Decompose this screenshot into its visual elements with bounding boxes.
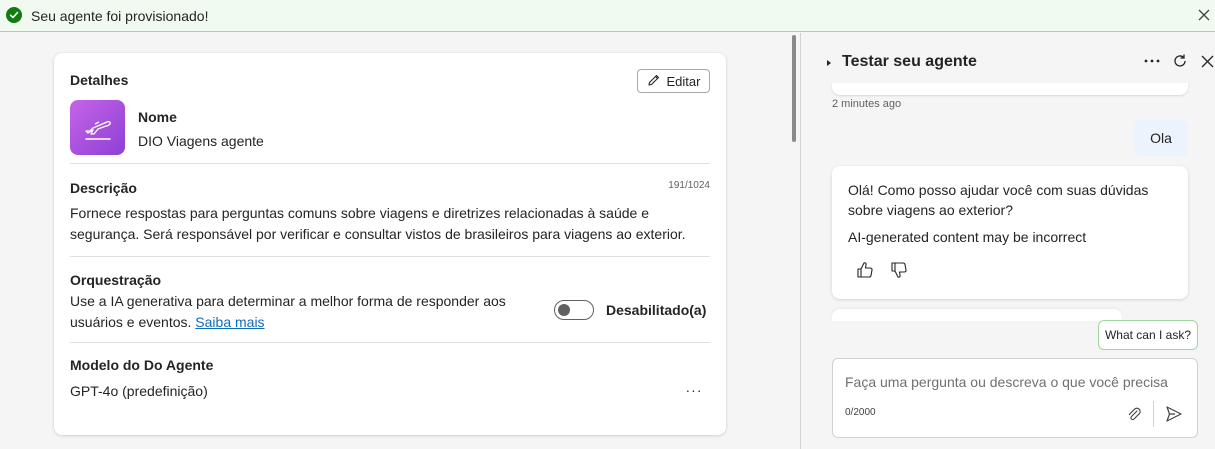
description-count: 191/1024 bbox=[668, 180, 710, 191]
char-count: 0/2000 bbox=[845, 407, 876, 418]
bot-message-text: Olá! Como posso ajudar você com suas dúv… bbox=[848, 182, 1149, 218]
name-label: Nome bbox=[138, 109, 177, 125]
close-icon[interactable] bbox=[1195, 6, 1213, 24]
more-horizontal-icon[interactable] bbox=[1142, 51, 1162, 71]
name-value: DIO Viagens agente bbox=[138, 133, 264, 149]
edit-label: Editar bbox=[666, 73, 701, 89]
divider bbox=[70, 342, 710, 343]
toggle-knob bbox=[558, 304, 570, 316]
message-timestamp: 2 minutes ago bbox=[832, 98, 902, 110]
orchestration-toggle[interactable] bbox=[554, 300, 594, 320]
details-card: Detalhes Editar Nome DIO Viagens agente … bbox=[54, 53, 726, 435]
success-banner: Seu agente foi provisionado! bbox=[0, 0, 1215, 32]
model-label: Modelo do Do Agente bbox=[70, 357, 214, 373]
ai-disclaimer: AI-generated content may be incorrect bbox=[848, 229, 1087, 245]
pencil-icon bbox=[647, 73, 661, 90]
chat-input[interactable] bbox=[845, 371, 1185, 393]
orchestration-toggle-label: Desabilitado(a) bbox=[606, 302, 707, 318]
banner-message: Seu agente foi provisionado! bbox=[31, 8, 209, 24]
send-icon[interactable] bbox=[1163, 403, 1185, 425]
edit-button[interactable]: Editar bbox=[637, 69, 710, 93]
thumbs-down-icon[interactable] bbox=[888, 259, 910, 281]
paperclip-icon[interactable] bbox=[1123, 403, 1145, 425]
airplane-takeoff-icon bbox=[70, 100, 125, 155]
details-title: Detalhes bbox=[70, 72, 129, 88]
close-icon[interactable] bbox=[1197, 51, 1215, 71]
divider bbox=[70, 163, 710, 164]
test-agent-panel: Testar seu agente 2 minutes ago Ola Olá!… bbox=[801, 33, 1215, 449]
model-value: GPT-4o (predefinição) bbox=[70, 383, 208, 399]
orchestration-description: Use a IA generativa para determinar a me… bbox=[70, 291, 540, 333]
divider bbox=[70, 256, 710, 257]
learn-more-link[interactable]: Saiba mais bbox=[195, 314, 264, 330]
next-message bbox=[832, 309, 1122, 321]
bot-message: Olá! Como posso ajudar você com suas dúv… bbox=[832, 166, 1188, 299]
thumbs-up-icon[interactable] bbox=[854, 259, 876, 281]
orchestration-text: Use a IA generativa para determinar a me… bbox=[70, 293, 506, 330]
divider bbox=[1153, 401, 1154, 427]
chat-input-box: 0/2000 bbox=[832, 358, 1198, 438]
previous-message bbox=[832, 83, 1188, 95]
orchestration-label: Orquestração bbox=[70, 272, 162, 288]
user-message: Ola bbox=[1134, 120, 1188, 156]
scrollbar[interactable] bbox=[792, 35, 796, 142]
description-label: Descrição bbox=[70, 180, 137, 196]
description-text: Fornece respostas para perguntas comuns … bbox=[70, 205, 686, 242]
more-horizontal-icon[interactable]: ··· bbox=[684, 380, 704, 400]
panel-title: Testar seu agente bbox=[842, 53, 977, 70]
refresh-icon[interactable] bbox=[1170, 51, 1190, 71]
suggestion-button[interactable]: What can I ask? bbox=[1098, 320, 1198, 350]
checkmark-circle-icon bbox=[6, 7, 22, 23]
chevron-right-icon[interactable] bbox=[824, 55, 834, 66]
